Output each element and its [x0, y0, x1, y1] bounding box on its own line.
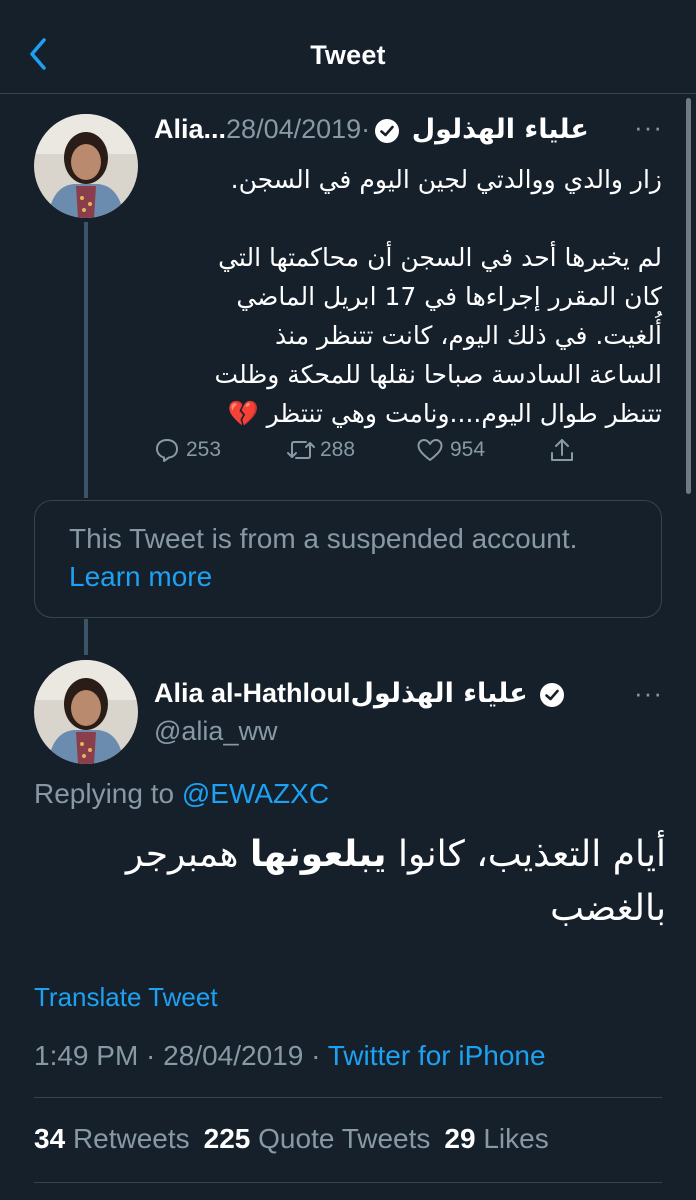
- reply-count: 253: [186, 438, 222, 461]
- retweets-label: Retweets: [72, 1123, 190, 1154]
- tweet-actions: 253 288 954: [154, 430, 584, 470]
- like-count: 954: [450, 438, 486, 461]
- tweet-text-line: [120, 199, 662, 238]
- quote-tweets-label: Quote Tweets: [258, 1123, 431, 1154]
- replying-to: Replying to @EWAZXC: [34, 778, 329, 810]
- page-title: Tweet: [310, 40, 386, 70]
- like-button[interactable]: 954: [416, 430, 485, 470]
- parent-tweet-header: Alia... علياء الهذلول ·28/04/2019: [154, 114, 589, 145]
- retweet-icon: [287, 441, 315, 459]
- tweet-text-line: كان المقرر إجراءها في 17 ابريل الماضي: [236, 282, 662, 311]
- verified-badge-icon: [540, 682, 565, 707]
- avatar-photo: [34, 660, 138, 764]
- likes-label: Likes: [483, 1123, 549, 1154]
- avatar[interactable]: [34, 660, 138, 764]
- translate-tweet-link[interactable]: Translate Tweet: [34, 982, 218, 1013]
- verified-badge-icon: [375, 118, 400, 143]
- retweet-count: 288: [320, 438, 356, 461]
- tweet-text-bold: يبلعونها: [249, 834, 387, 875]
- tweet-text-line: تتنظر طوال اليوم....ونامت وهي تنتظر 💔: [227, 399, 662, 428]
- tweet-date: 28/04/2019: [163, 1040, 304, 1071]
- likes-count: 29: [444, 1123, 476, 1154]
- display-name-arabic[interactable]: علياء الهذلول: [351, 678, 528, 709]
- more-dots-icon[interactable]: ···: [634, 678, 663, 709]
- tweet-text-line: بالغضب: [550, 888, 666, 929]
- tweet-stats: 34 Retweets 225 Quote Tweets 29 Likes: [34, 1123, 563, 1155]
- retweet-button[interactable]: 288: [286, 430, 355, 470]
- suspended-tweet-card: This Tweet is from a suspended account. …: [34, 500, 662, 618]
- tweet-client-link[interactable]: Twitter for iPhone: [328, 1040, 546, 1071]
- scrollbar[interactable]: [686, 98, 691, 494]
- tweet-text-segment: أيام التعذيب، كانوا: [386, 834, 666, 875]
- learn-more-link[interactable]: Learn more: [69, 561, 212, 593]
- retweets-stat[interactable]: 34 Retweets: [34, 1123, 204, 1154]
- heart-icon: [417, 439, 443, 461]
- display-name-arabic[interactable]: علياء الهذلول: [412, 114, 589, 145]
- thread-line: [84, 222, 88, 498]
- tweet-date[interactable]: 28/04/2019: [226, 114, 361, 144]
- retweets-count: 34: [34, 1123, 66, 1154]
- share-icon: [551, 439, 573, 461]
- likes-stat[interactable]: 29 Likes: [444, 1123, 562, 1154]
- tweet-text-line: لم يخبرها أحد في السجن أن محاكمتها التي: [218, 243, 662, 272]
- tweet-text-line: زار والدي ووالدتي لجين اليوم في السجن.: [230, 165, 662, 194]
- main-tweet-header: Alia al-Hathloulعلياء الهذلول: [154, 678, 565, 709]
- user-handle[interactable]: @alia_ww: [154, 716, 277, 747]
- replying-prefix: Replying to: [34, 778, 175, 809]
- mention-link[interactable]: @EWAZXC: [182, 778, 329, 809]
- parent-tweet-text: زار والدي ووالدتي لجين اليوم في السجن. ل…: [120, 160, 662, 433]
- thread-line: [84, 619, 88, 655]
- divider: [34, 1097, 662, 1098]
- tweet-text-line: أيام التعذيب، كانوا يبلعونها همبرجر: [60, 828, 666, 882]
- top-nav-bar: Tweet: [0, 0, 696, 94]
- main-tweet-text: أيام التعذيب، كانوا يبلعونها همبرجر بالغ…: [60, 828, 666, 936]
- tweet-time: 1:49 PM: [34, 1040, 139, 1071]
- divider: [34, 1182, 662, 1183]
- quote-tweets-stat[interactable]: 225 Quote Tweets: [204, 1123, 445, 1154]
- tweet-text-line: الساعة السادسة صباحا نقلها للمحكة وظلت: [214, 360, 662, 389]
- more-dots-icon[interactable]: ···: [634, 112, 663, 143]
- reply-button[interactable]: 253: [154, 430, 221, 470]
- share-button[interactable]: [548, 430, 576, 470]
- quote-tweets-count: 225: [203, 1123, 251, 1154]
- tweet-text-segment: همبرجر: [125, 834, 250, 875]
- suspended-notice-text: This Tweet is from a suspended account.: [69, 523, 578, 554]
- display-name-latin[interactable]: Alia al-Hathloul: [154, 678, 351, 708]
- tweet-text-line: أُلغيت. في ذلك اليوم، كانت تتنظر منذ: [275, 321, 662, 350]
- display-name-latin[interactable]: Alia...: [154, 114, 226, 144]
- tweet-timestamp: 1:49 PM · 28/04/2019 · Twitter for iPhon…: [34, 1040, 546, 1071]
- reply-icon: [156, 439, 178, 462]
